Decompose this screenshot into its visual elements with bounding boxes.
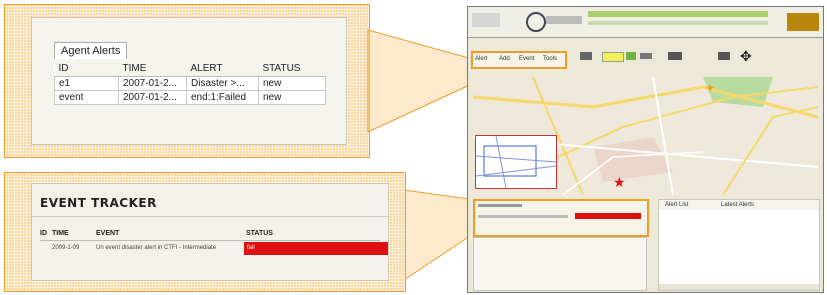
divider bbox=[40, 240, 380, 241]
scrollbar[interactable] bbox=[659, 284, 819, 290]
toolbar-icon[interactable] bbox=[668, 52, 682, 60]
mini-event-title bbox=[478, 204, 522, 207]
column-header-status[interactable]: STATUS bbox=[258, 61, 326, 77]
cell-time: 2007-01-2... bbox=[118, 90, 187, 105]
cell-time: 2009-1-09 bbox=[52, 245, 80, 251]
panel-tab-strip: Alert List Latest Alerts bbox=[659, 200, 819, 210]
column-header-status[interactable]: STATUS bbox=[246, 230, 273, 237]
tab-alert-list[interactable]: Alert List bbox=[665, 202, 688, 208]
alerts-header-row: ID TIME ALERT STATUS bbox=[54, 61, 326, 77]
cell-id: event bbox=[54, 90, 119, 105]
mini-tab-alert[interactable]: Alert bbox=[475, 56, 487, 62]
cell-time: 2007-01-2... bbox=[118, 76, 187, 91]
toolbar-icon[interactable] bbox=[640, 53, 652, 59]
brand-badge bbox=[787, 13, 819, 31]
alert-list-panel: Alert List Latest Alerts bbox=[658, 199, 820, 291]
toolbar-icon[interactable] bbox=[580, 52, 592, 60]
toolbar: Alert Add Event Tools ✥ bbox=[468, 43, 823, 73]
header-status-line bbox=[588, 21, 768, 25]
emblem-icon bbox=[526, 12, 546, 32]
map-view[interactable]: ✦ ★ bbox=[473, 77, 818, 195]
map-marker-icon[interactable]: ✦ bbox=[705, 81, 715, 95]
column-header-id[interactable]: ID bbox=[40, 230, 47, 237]
app-header bbox=[468, 7, 823, 38]
agent-alerts-table: ID TIME ALERT STATUS e1 2007-01-2... Dis… bbox=[54, 61, 326, 105]
divider bbox=[32, 216, 388, 217]
status-progress-bar bbox=[588, 11, 768, 17]
cell-id: e1 bbox=[54, 76, 119, 91]
alert-star-icon[interactable]: ★ bbox=[613, 175, 626, 189]
toolbar-icon[interactable] bbox=[718, 52, 730, 60]
mini-tab-strip: Alert Add Event Tools bbox=[471, 51, 567, 69]
event-tracker-title: EVENT TRACKER bbox=[40, 196, 157, 210]
cell-alert: end:1:Failed bbox=[186, 90, 259, 105]
agent-alerts-panel: Agent Alerts ID TIME ALERT STATUS e1 200… bbox=[31, 17, 347, 145]
event-tracker-callout: EVENT TRACKER ID TIME EVENT STATUS 2009-… bbox=[4, 172, 406, 292]
left-blank-panel bbox=[473, 237, 647, 291]
agent-alerts-callout: Agent Alerts ID TIME ALERT STATUS e1 200… bbox=[4, 4, 370, 158]
table-row[interactable]: e1 2007-01-2... Disaster >... new bbox=[54, 76, 326, 91]
cell-alert: Disaster >... bbox=[186, 76, 259, 91]
pan-control-icon[interactable]: ✥ bbox=[740, 49, 752, 63]
zoom-slider[interactable] bbox=[602, 52, 624, 62]
mini-tab-tools[interactable]: Tools bbox=[543, 56, 557, 62]
mini-tab-add[interactable]: Add bbox=[499, 56, 510, 62]
column-header-id[interactable]: ID bbox=[54, 61, 119, 77]
cell-status: fail bbox=[247, 245, 255, 251]
column-header-time[interactable]: TIME bbox=[52, 230, 69, 237]
tab-latest-alerts[interactable]: Latest Alerts bbox=[721, 202, 754, 208]
mini-status-fail-bar bbox=[575, 213, 641, 219]
cell-event: Un event disaster alert in CTFI - Interm… bbox=[96, 245, 217, 251]
table-row[interactable]: event 2007-01-2... end:1:Failed new bbox=[54, 90, 326, 105]
table-row[interactable]: 2009-1-09 Un event disaster alert in CTF… bbox=[32, 242, 388, 256]
minimap-lines bbox=[475, 135, 557, 189]
mini-tab-event[interactable]: Event bbox=[519, 56, 534, 62]
logo bbox=[472, 13, 500, 27]
app-screenshot: Alert Add Event Tools ✥ ✦ ★ Alert List L… bbox=[467, 6, 824, 293]
tab-agent-alerts[interactable]: Agent Alerts bbox=[54, 42, 128, 59]
column-header-time[interactable]: TIME bbox=[118, 61, 187, 77]
column-header-alert[interactable]: ALERT bbox=[186, 61, 259, 77]
mini-event-row[interactable] bbox=[478, 215, 568, 218]
event-tracker-panel: EVENT TRACKER ID TIME EVENT STATUS 2009-… bbox=[31, 183, 389, 281]
overview-minimap[interactable] bbox=[475, 135, 557, 189]
cell-status: new bbox=[258, 90, 326, 105]
column-header-event[interactable]: EVENT bbox=[96, 230, 119, 237]
header-text-block bbox=[546, 16, 582, 24]
cell-status: new bbox=[258, 76, 326, 91]
toolbar-icon[interactable] bbox=[626, 52, 636, 60]
mini-event-tracker bbox=[473, 199, 649, 237]
status-fail-bar: fail bbox=[244, 242, 388, 255]
